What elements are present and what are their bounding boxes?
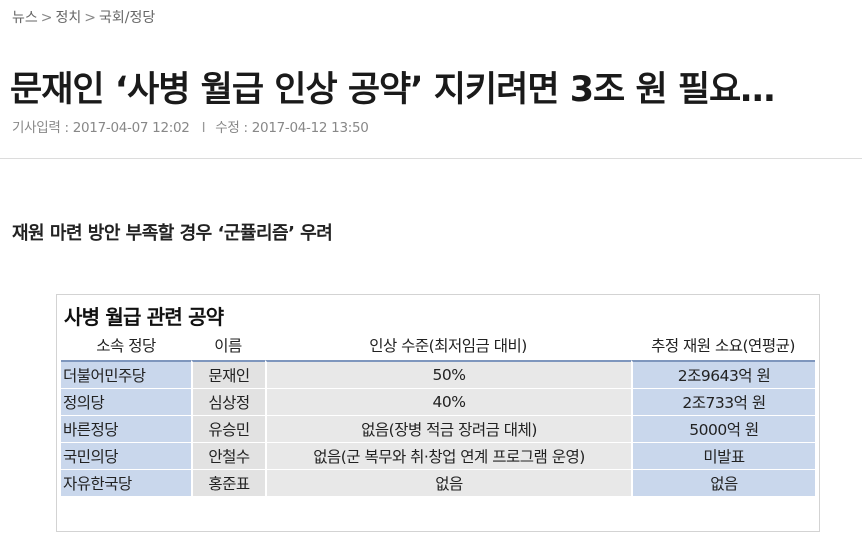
table-title: 사병 월급 관련 공약 <box>64 305 224 329</box>
article-subtitle: 재원 마련 방안 부족할 경우 ‘군퓰리즘’ 우려 <box>12 223 333 244</box>
article-meta: 기사입력 : 2017-04-07 12:02 I 수정 : 2017-04-12 … <box>12 116 369 136</box>
pledge-table-figure: 사병 월급 관련 공약 소속 정당 이름 인상 수준(최저임금 대비) 추정 재… <box>56 294 820 532</box>
table-row: 국민의당 안철수 없음(군 복무와 취·창업 연계 프로그램 운영) 미발표 <box>61 443 815 470</box>
table-row: 더불어민주당 문재인 50% 2조9643억 원 <box>61 360 815 389</box>
article-headline: 문재인 ‘사병 월급 인상 공약’ 지키려면 3조 원 필요… <box>10 70 775 111</box>
modified-date: 수정 : 2017-04-12 13:50 <box>215 120 369 136</box>
pledge-table: 소속 정당 이름 인상 수준(최저임금 대비) 추정 재원 소요(연평균) 더불… <box>61 329 815 497</box>
cost-cell: 2조9643억 원 <box>631 360 815 389</box>
party-cell: 정의당 <box>61 389 191 416</box>
party-cell: 국민의당 <box>61 443 191 470</box>
breadcrumb-item-news[interactable]: 뉴스 <box>12 10 38 26</box>
header-cost: 추정 재원 소요(연평균) <box>631 329 815 360</box>
published-date: 기사입력 : 2017-04-07 12:02 <box>12 120 190 136</box>
level-cell: 50% <box>265 360 631 389</box>
breadcrumb-item-politics[interactable]: 정치 <box>56 10 82 26</box>
header-divider <box>0 158 862 159</box>
level-cell: 40% <box>265 389 631 416</box>
cost-cell: 없음 <box>631 470 815 497</box>
breadcrumb-separator: > <box>84 10 96 26</box>
breadcrumb-item-assembly-party[interactable]: 국회/정당 <box>99 10 155 26</box>
table-row: 정의당 심상정 40% 2조733억 원 <box>61 389 815 416</box>
header-name: 이름 <box>191 329 265 360</box>
party-cell: 더불어민주당 <box>61 360 191 389</box>
meta-separator: I <box>201 120 206 136</box>
table-row: 바른정당 유승민 없음(장병 적금 장려금 대체) 5000억 원 <box>61 416 815 443</box>
party-cell: 자유한국당 <box>61 470 191 497</box>
breadcrumb: 뉴스 > 정치 > 국회/정당 <box>12 7 155 27</box>
level-cell: 없음 <box>265 470 631 497</box>
name-cell: 홍준표 <box>191 470 265 497</box>
table-row: 자유한국당 홍준표 없음 없음 <box>61 470 815 497</box>
level-cell: 없음(군 복무와 취·창업 연계 프로그램 운영) <box>265 443 631 470</box>
level-cell: 없음(장병 적금 장려금 대체) <box>265 416 631 443</box>
name-cell: 유승민 <box>191 416 265 443</box>
breadcrumb-separator: > <box>40 10 53 26</box>
party-cell: 바른정당 <box>61 416 191 443</box>
name-cell: 문재인 <box>191 360 265 389</box>
name-cell: 안철수 <box>191 443 265 470</box>
cost-cell: 5000억 원 <box>631 416 815 443</box>
header-party: 소속 정당 <box>61 329 191 360</box>
table-header-row: 소속 정당 이름 인상 수준(최저임금 대비) 추정 재원 소요(연평균) <box>61 329 815 360</box>
name-cell: 심상정 <box>191 389 265 416</box>
header-level: 인상 수준(최저임금 대비) <box>265 329 631 360</box>
cost-cell: 2조733억 원 <box>631 389 815 416</box>
cost-cell: 미발표 <box>631 443 815 470</box>
